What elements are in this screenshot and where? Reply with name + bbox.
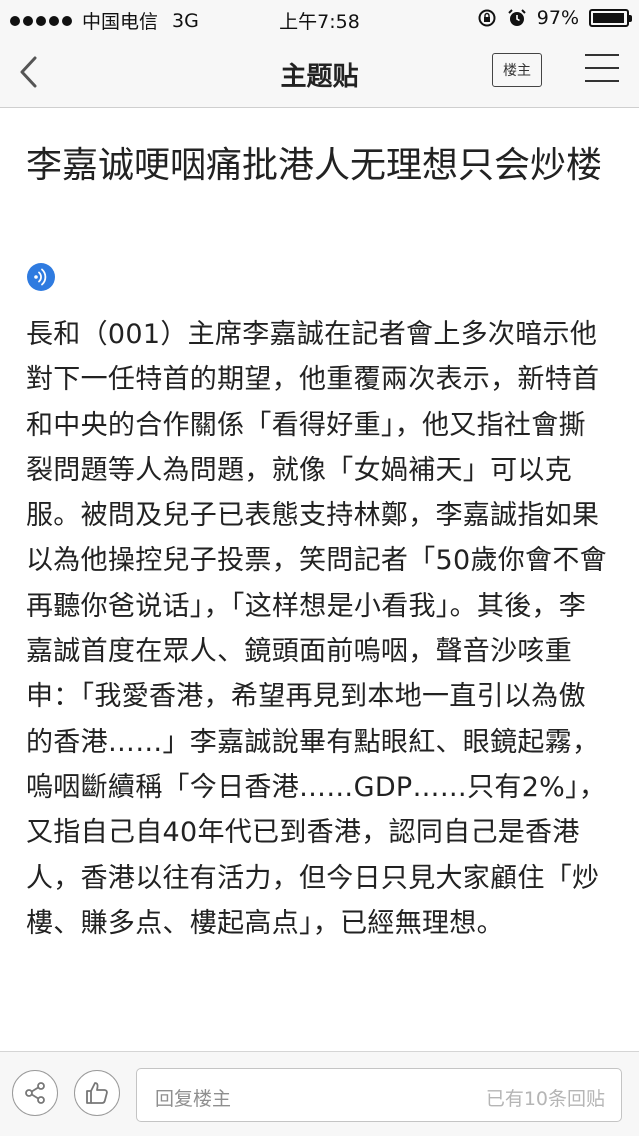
reply-count[interactable]: 已有10条回贴: [486, 1084, 605, 1111]
nav-title: 主题贴: [280, 62, 359, 92]
rotation-lock-icon: [478, 9, 496, 27]
like-button[interactable]: [74, 1070, 120, 1116]
view-op-only-button[interactable]: 楼主: [492, 53, 542, 87]
reply-input[interactable]: 回复楼主 已有10条回贴: [136, 1068, 622, 1122]
bottom-bar: 回复楼主 已有10条回贴: [0, 1051, 639, 1136]
share-button[interactable]: [12, 1070, 58, 1116]
post-content[interactable]: 李嘉诚哽咽痛批港人无理想只会炒楼 長和（001）主席李嘉誠在記者會上多次暗示他對…: [0, 109, 639, 1051]
back-button[interactable]: [10, 50, 50, 94]
status-bar: 中国电信 3G 上午7:58 97%: [0, 0, 639, 36]
post-body: 長和（001）主席李嘉誠在記者會上多次暗示他對下一任特首的期望，他重覆兩次表示，…: [26, 319, 607, 939]
reply-placeholder: 回复楼主: [155, 1088, 232, 1110]
audio-icon[interactable]: [26, 262, 56, 292]
battery-icon: [589, 9, 632, 27]
nav-bar: 主题贴 楼主: [0, 36, 639, 108]
status-right: 97%: [477, 7, 632, 29]
thumbs-up-icon: [86, 1082, 108, 1104]
battery-percent: 97%: [536, 7, 579, 29]
menu-icon[interactable]: [582, 54, 622, 88]
post-title: 李嘉诚哽咽痛批港人无理想只会炒楼: [26, 145, 603, 186]
back-chevron-icon: [20, 56, 37, 88]
battery-fill: [593, 13, 625, 23]
alarm-icon: [508, 9, 526, 26]
app-root: 中国电信 3G 上午7:58 97% 主题贴 楼主 李嘉诚哽咽痛批港人无理想只会…: [0, 0, 639, 1136]
share-icon: [25, 1082, 45, 1104]
